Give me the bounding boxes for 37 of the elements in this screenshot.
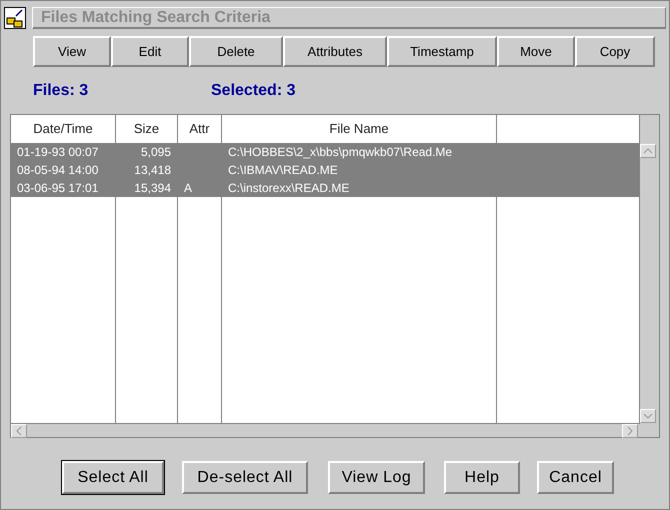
table-cell-text: 08-05-94 14:00: [16, 162, 100, 179]
table-cell-text: 01-19-93 00:07: [16, 144, 100, 161]
dialog-button[interactable]: Help: [444, 461, 520, 494]
table-row[interactable]: 01-19-93 00:07 5,095 C:\HOBBES\2_x\bbs\pmqwkb07\Read.Me: [11, 143, 640, 161]
toolbar-button[interactable]: Copy: [575, 36, 655, 67]
table-cell-text: 03-06-95 17:01: [16, 180, 100, 197]
dialog-button[interactable]: Cancel: [537, 461, 614, 494]
table-cell-text: C:\instorexx\READ.ME: [227, 180, 350, 197]
toolbar-button[interactable]: Timestamp: [387, 36, 497, 67]
scroll-left-button[interactable]: [11, 424, 27, 438]
files-count: Files: 3: [33, 81, 90, 101]
table-cell-text: 15,394: [133, 180, 172, 197]
toolbar-button[interactable]: Delete: [189, 36, 283, 67]
table-row[interactable]: 08-05-94 14:00 13,418 C:\IBMAV\READ.ME: [11, 161, 640, 179]
toolbar-button[interactable]: Edit: [111, 36, 189, 67]
caret-up-icon: [643, 148, 653, 154]
scroll-down-button[interactable]: [640, 409, 656, 423]
toolbar-button[interactable]: Attributes: [283, 36, 387, 67]
table-cell-text: A: [183, 180, 194, 197]
table-row[interactable]: 03-06-95 17:01 15,394 A C:\instorexx\READ.ME: [11, 179, 640, 197]
scroll-up-button[interactable]: [640, 144, 656, 158]
dialog-button[interactable]: Select All: [62, 461, 164, 494]
dialog-button[interactable]: View Log: [328, 461, 425, 494]
scroll-right-button[interactable]: [622, 424, 638, 438]
caret-right-icon: [627, 426, 633, 436]
dialog-button[interactable]: De-select All: [182, 461, 308, 494]
caret-down-icon: [643, 413, 653, 419]
window-title: Files Matching Search Criteria: [32, 7, 666, 29]
table-cell-text: 13,418: [133, 162, 172, 179]
selected-count: Selected: 3: [211, 81, 296, 101]
table-cell-text: 5,095: [140, 144, 172, 161]
table-cell-text: C:\IBMAV\READ.ME: [227, 162, 339, 179]
toolbar-button[interactable]: Move: [497, 36, 575, 67]
table-cell-text: C:\HOBBES\2_x\bbs\pmqwkb07\Read.Me: [227, 144, 454, 161]
app-icon[interactable]: [4, 7, 26, 29]
caret-left-icon: [16, 426, 22, 436]
toolbar-button[interactable]: View: [33, 36, 111, 67]
